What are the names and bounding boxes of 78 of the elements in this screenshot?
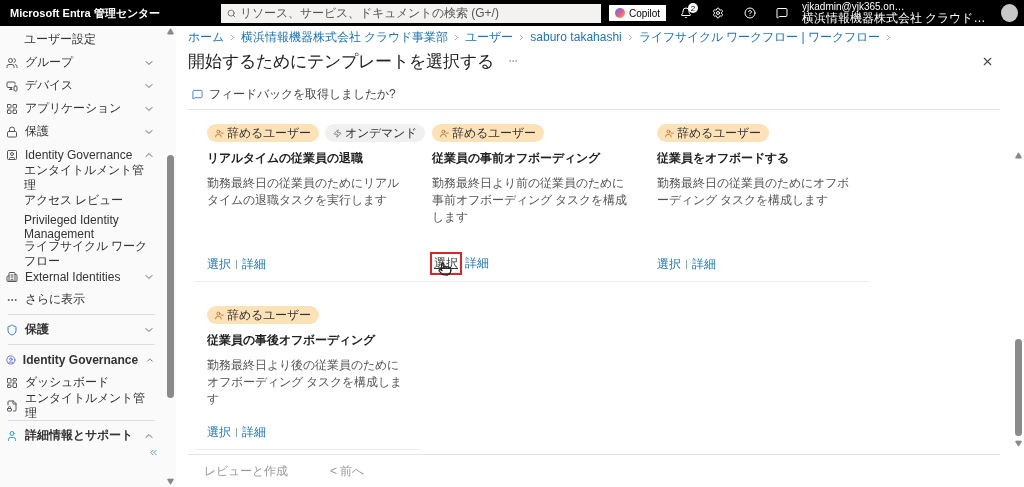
sidebar-item[interactable]: 保護 xyxy=(0,120,165,143)
sidebar-item[interactable]: ライフサイクル ワークフロー xyxy=(0,242,165,265)
sidebar-item[interactable]: アクセス レビュー xyxy=(0,189,165,212)
avatar[interactable] xyxy=(1001,4,1018,22)
user-minus-icon xyxy=(215,310,224,320)
scroll-up-icon[interactable] xyxy=(167,28,174,35)
template-tag: 辞めるユーザー xyxy=(657,124,769,142)
search-field[interactable]: リソース、サービス、ドキュメントの検索 (G+/) xyxy=(220,3,601,23)
template-title: 従業員の事後オフボーディング xyxy=(207,332,377,349)
template-link[interactable]: 選択 xyxy=(207,256,231,273)
sidebar-item[interactable]: デバイス xyxy=(0,74,165,97)
nav-icon xyxy=(6,399,18,412)
copilot-icon xyxy=(614,8,625,18)
page-title: 開始するためにテンプレートを選択する xyxy=(188,50,494,73)
sidebar-item[interactable]: Privileged Identity Management xyxy=(0,212,165,242)
sidebar-item[interactable]: External Identities xyxy=(0,265,165,288)
template-link[interactable]: 選択 xyxy=(207,424,231,441)
breadcrumb-link[interactable]: ホーム xyxy=(188,28,224,46)
template-tag: 辞めるユーザー xyxy=(432,124,544,142)
user-minus-icon xyxy=(215,128,224,138)
feedback-link[interactable]: フィードバックを取得しましたか? xyxy=(188,84,396,104)
scroll-down-icon[interactable] xyxy=(1014,440,1022,447)
template-link[interactable]: 選択 xyxy=(657,256,681,273)
template-description: 勤務最終日より前の従業員のために事前オフボーディング タスクを構成します xyxy=(432,175,629,226)
nav-icon xyxy=(6,79,18,92)
template-description: 勤務最終日の従業員のためにオフボーディング タスクを構成します xyxy=(657,175,850,209)
sidebar-item[interactable]: ユーザー設定 xyxy=(0,28,165,51)
notification-count: 2 xyxy=(688,3,699,13)
sidebar-item[interactable]: エンタイトルメント管理 xyxy=(0,394,165,417)
account-email: yjkadmin@yjk365.on… xyxy=(802,2,906,12)
scrollbar-thumb[interactable] xyxy=(167,155,174,398)
nav-icon xyxy=(6,148,18,161)
template-description: 勤務最終日より後の従業員のためにオフボーディング タスクを構成します xyxy=(207,357,404,408)
sidebar-item[interactable]: アプリケーション xyxy=(0,97,165,120)
template-description: 勤務最終日の従業員のためにリアルタイムの退職タスクを実行します xyxy=(207,175,400,209)
template-tag: オンデマンド xyxy=(325,124,425,142)
sidebar-item[interactable]: エンタイトルメント管理 xyxy=(0,166,165,189)
template-tag: 辞めるユーザー xyxy=(207,124,319,142)
sidebar-item[interactable]: 詳細情報とサポート xyxy=(0,424,165,447)
template-title: 従業員の事前オフボーディング xyxy=(432,150,602,167)
copilot-button[interactable]: Copilot xyxy=(608,5,667,21)
nav-icon xyxy=(6,56,18,69)
sidebar-item[interactable]: さらに表示 xyxy=(0,288,165,311)
breadcrumb-link[interactable]: 横浜情報機器株式会社 クラウド事業部 xyxy=(241,28,449,46)
feedback-icon xyxy=(192,88,203,100)
nav-icon xyxy=(6,102,18,115)
nav-icon xyxy=(6,376,18,389)
breadcrumb-link[interactable]: saburo takahashi xyxy=(530,30,622,44)
account-org: 横浜情報機器株式会社 クラウド… xyxy=(802,12,986,24)
template-link[interactable]: 詳細 xyxy=(692,256,716,273)
search-input[interactable]: リソース、サービス、ドキュメントの検索 (G+/) xyxy=(239,6,595,20)
breadcrumb-link[interactable]: ライフサイクル ワークフロー | ワークフロー xyxy=(638,28,880,46)
template-link[interactable]: 詳細 xyxy=(242,424,266,441)
nav-icon xyxy=(6,429,18,442)
nav-icon xyxy=(6,270,18,283)
template-link[interactable]: 選択 xyxy=(432,254,460,273)
sidebar-item[interactable]: Identity Governance xyxy=(0,348,165,371)
user-minus-icon xyxy=(665,128,674,138)
sidebar-item[interactable]: グループ xyxy=(0,51,165,74)
scroll-down-icon[interactable] xyxy=(167,478,174,485)
collapse-icon[interactable] xyxy=(148,447,159,458)
template-link[interactable]: 詳細 xyxy=(465,255,489,272)
template-title: リアルタイムの従業員の退職 xyxy=(207,150,364,167)
scroll-up-icon[interactable] xyxy=(1014,152,1022,159)
scrollbar-thumb[interactable] xyxy=(1014,339,1022,436)
nav-icon xyxy=(6,323,18,336)
sidebar-item[interactable]: 保護 xyxy=(0,318,165,341)
template-link[interactable]: 詳細 xyxy=(242,256,266,273)
template-tag: 辞めるユーザー xyxy=(207,306,319,324)
template-title: 従業員をオフボードする xyxy=(657,150,790,167)
nav-icon xyxy=(6,125,18,138)
search-icon xyxy=(226,8,236,18)
breadcrumb-link[interactable]: ユーザー xyxy=(465,28,514,46)
brand-name: Microsoft Entra 管理センター xyxy=(10,5,161,21)
chevron-icon xyxy=(228,32,237,42)
user-minus-icon xyxy=(440,128,449,138)
nav-icon xyxy=(6,353,16,366)
lightning-icon xyxy=(333,128,342,138)
